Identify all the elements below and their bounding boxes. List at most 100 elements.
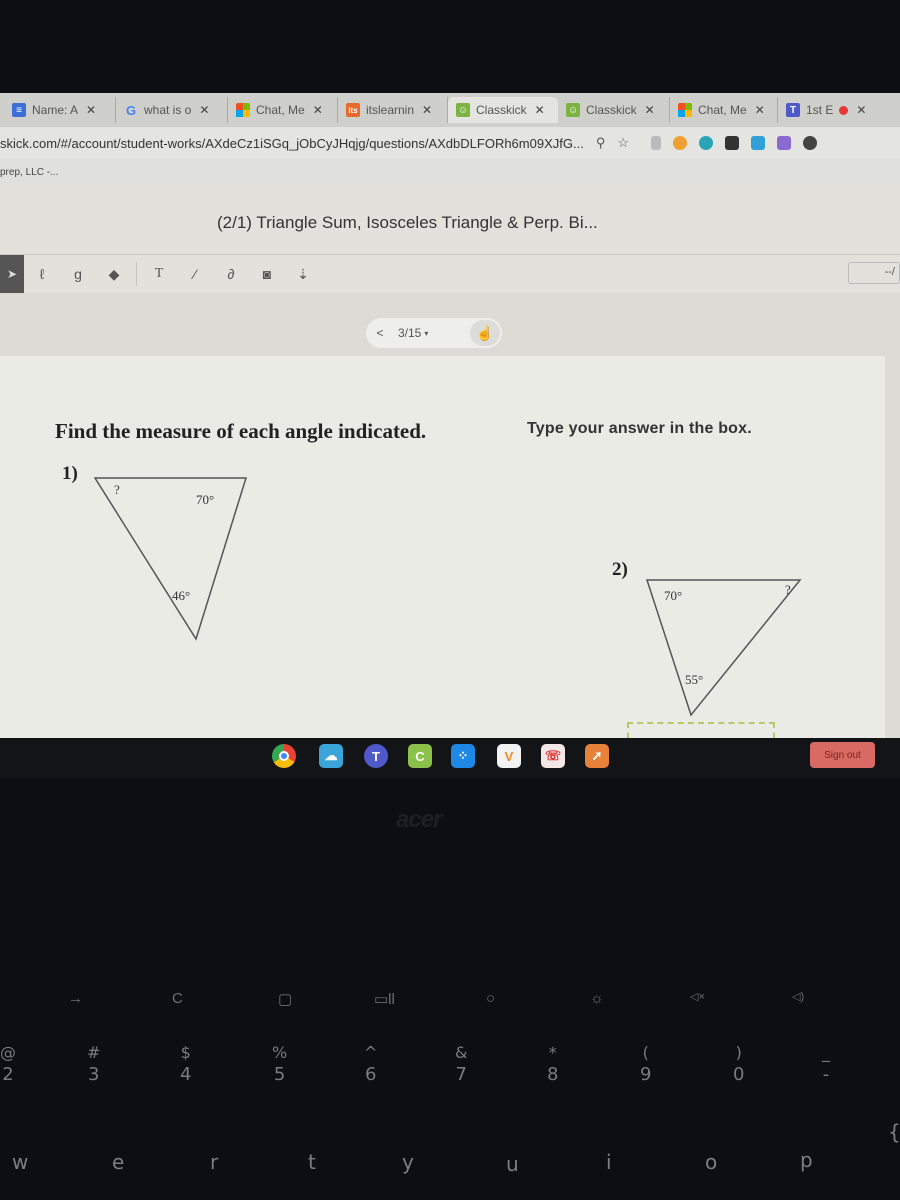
key-r: r [210,1150,219,1174]
teams-icon: T [786,103,800,117]
recording-icon [839,105,849,115]
key-y: y [402,1150,414,1174]
key-t: t [308,1150,316,1174]
refresh-key: C [172,990,183,1007]
tab-chat-1[interactable]: Chat, Me ✕ [228,97,338,123]
angle-label-unknown: ? [114,482,120,497]
toolbar-divider [136,262,137,286]
location-icon[interactable]: ⚲ [596,135,606,151]
os-shelf: ☁ T C ⁘ V ☏ ➚ Sign out [0,738,900,778]
teams-app-icon[interactable]: T [364,744,388,768]
worksheet-page[interactable]: Find the measure of each angle indicated… [0,356,885,738]
tab-label: 1st E [806,103,834,117]
key-3: #3 [87,1043,101,1085]
problem-2-triangle: 70° ? 55° [645,579,802,717]
google-icon: G [125,102,137,118]
text-tool-icon[interactable]: T [141,266,177,282]
close-icon[interactable]: ✕ [422,103,432,117]
tab-label: what is o [144,103,192,117]
problem-2-answer-box[interactable] [627,722,775,738]
volume-down-key: ◁) [792,991,805,1003]
link-icon[interactable]: ∂ [213,266,249,282]
extensions-bar [651,136,817,150]
next-page-button[interactable]: ☝ [470,320,500,346]
camera-icon[interactable]: ◙ [249,266,285,282]
hand-cursor-icon: ☝ [476,324,494,341]
key-5: % 5 [272,1043,288,1085]
tab-label: Classkick [586,103,637,117]
microsoft-icon [678,103,692,117]
pen-icon[interactable]: ℓ [24,266,60,282]
problem-1-triangle: ? 70° 46° [93,477,248,641]
tab-chat-2[interactable]: Chat, Me ✕ [670,97,778,123]
line-tool-icon[interactable]: ⁄ [177,266,213,282]
bookmarks-bar: prep, LLC -... [0,159,900,185]
select-tool-icon[interactable]: ➤ [0,255,24,293]
page-indicator[interactable]: 3/15 [398,326,421,340]
chrome-app-icon[interactable] [272,744,296,768]
url-field[interactable]: skick.com/#/account/student-works/AXdeCz… [0,136,584,151]
key-minus: _ - [822,1043,830,1085]
key-9: (9 [640,1043,652,1085]
tab-label: Chat, Me [698,103,747,117]
tab-name-doc[interactable]: ≡ Name: A ✕ [4,97,116,123]
tab-classkick-active[interactable]: ☺ Classkick ✕ [448,97,558,123]
teal-extension-icon[interactable] [699,136,713,150]
brightness-down-key: ○ [486,990,496,1007]
tab-classkick-2[interactable]: ☺ Classkick ✕ [558,97,670,123]
problem-1-number: 1) [62,463,78,484]
close-icon[interactable]: ✕ [199,103,209,117]
dots-app-icon[interactable]: ⁘ [451,744,475,768]
eraser-icon[interactable]: ◆ [96,266,132,283]
close-icon[interactable]: ✕ [755,103,765,117]
key-w: w [12,1150,29,1174]
previous-page-button[interactable]: < [366,326,394,340]
orange-extension-icon[interactable] [673,136,687,150]
close-icon[interactable]: ✕ [313,103,323,117]
classkick-icon: ☺ [456,103,470,117]
red-extension-icon[interactable] [803,136,817,150]
microphone-icon[interactable]: ⇣ [285,266,321,283]
key-brace: { [888,1120,900,1144]
key-8: * 8 [547,1043,559,1085]
rocket-app-icon[interactable]: ➚ [585,744,609,768]
tab-label: Name: A [32,103,79,117]
key-o: o [705,1150,718,1174]
page-score-field[interactable]: --/ [848,262,900,284]
fullscreen-key: ▢ [278,991,293,1008]
key-0: ) 0 [733,1043,745,1085]
classkick-app-icon[interactable]: C [408,744,432,768]
cloud-app-icon[interactable]: ☁ [319,744,343,768]
tab-label: itslearnin [366,103,415,117]
chevron-down-icon[interactable]: ▾ [424,329,428,338]
close-icon[interactable]: ✕ [535,103,545,117]
sign-out-button[interactable]: Sign out [810,742,875,768]
acer-logo: acer [396,806,442,833]
close-icon[interactable]: ✕ [86,103,96,117]
close-icon[interactable]: ✕ [645,103,655,117]
google-docs-icon: ≡ [12,103,26,117]
tab-teams-meeting[interactable]: T 1st E ✕ [778,97,878,123]
privacy-extension-icon[interactable] [725,136,739,150]
tab-google-search[interactable]: G what is o ✕ [116,97,228,123]
key-e: e [112,1150,125,1174]
assignment-title: (2/1) Triangle Sum, Isosceles Triangle &… [217,213,598,232]
brightness-up-key: ☼ [590,990,604,1007]
office-extension-icon[interactable] [651,136,661,150]
answer-hint: Type your answer in the box. [527,420,752,437]
bookmark-item[interactable]: prep, LLC -... [0,167,58,178]
phone-app-icon[interactable]: ☏ [541,744,565,768]
purple-extension-icon[interactable] [777,136,791,150]
overview-key: ▭ll [374,991,395,1008]
tab-itslearning[interactable]: its itslearnin ✕ [338,97,448,123]
problem-2-number: 2) [612,559,628,580]
bookmark-star-icon[interactable]: ☆ [617,135,629,151]
key-4: $4 [180,1043,192,1085]
drawing-toolbar: ➤ ℓ ɡ ◆ T ⁄ ∂ ◙ ⇣ --/ [0,255,900,293]
browser-tab-strip: ≡ Name: A ✕ G what is o ✕ Chat, Me ✕ its… [0,93,900,127]
blue-extension-icon[interactable] [751,136,765,150]
angle-label-top-right: 70° [196,492,214,507]
v-app-icon[interactable]: V [497,744,521,768]
close-icon[interactable]: ✕ [856,103,866,117]
highlighter-icon[interactable]: ɡ [60,266,96,282]
